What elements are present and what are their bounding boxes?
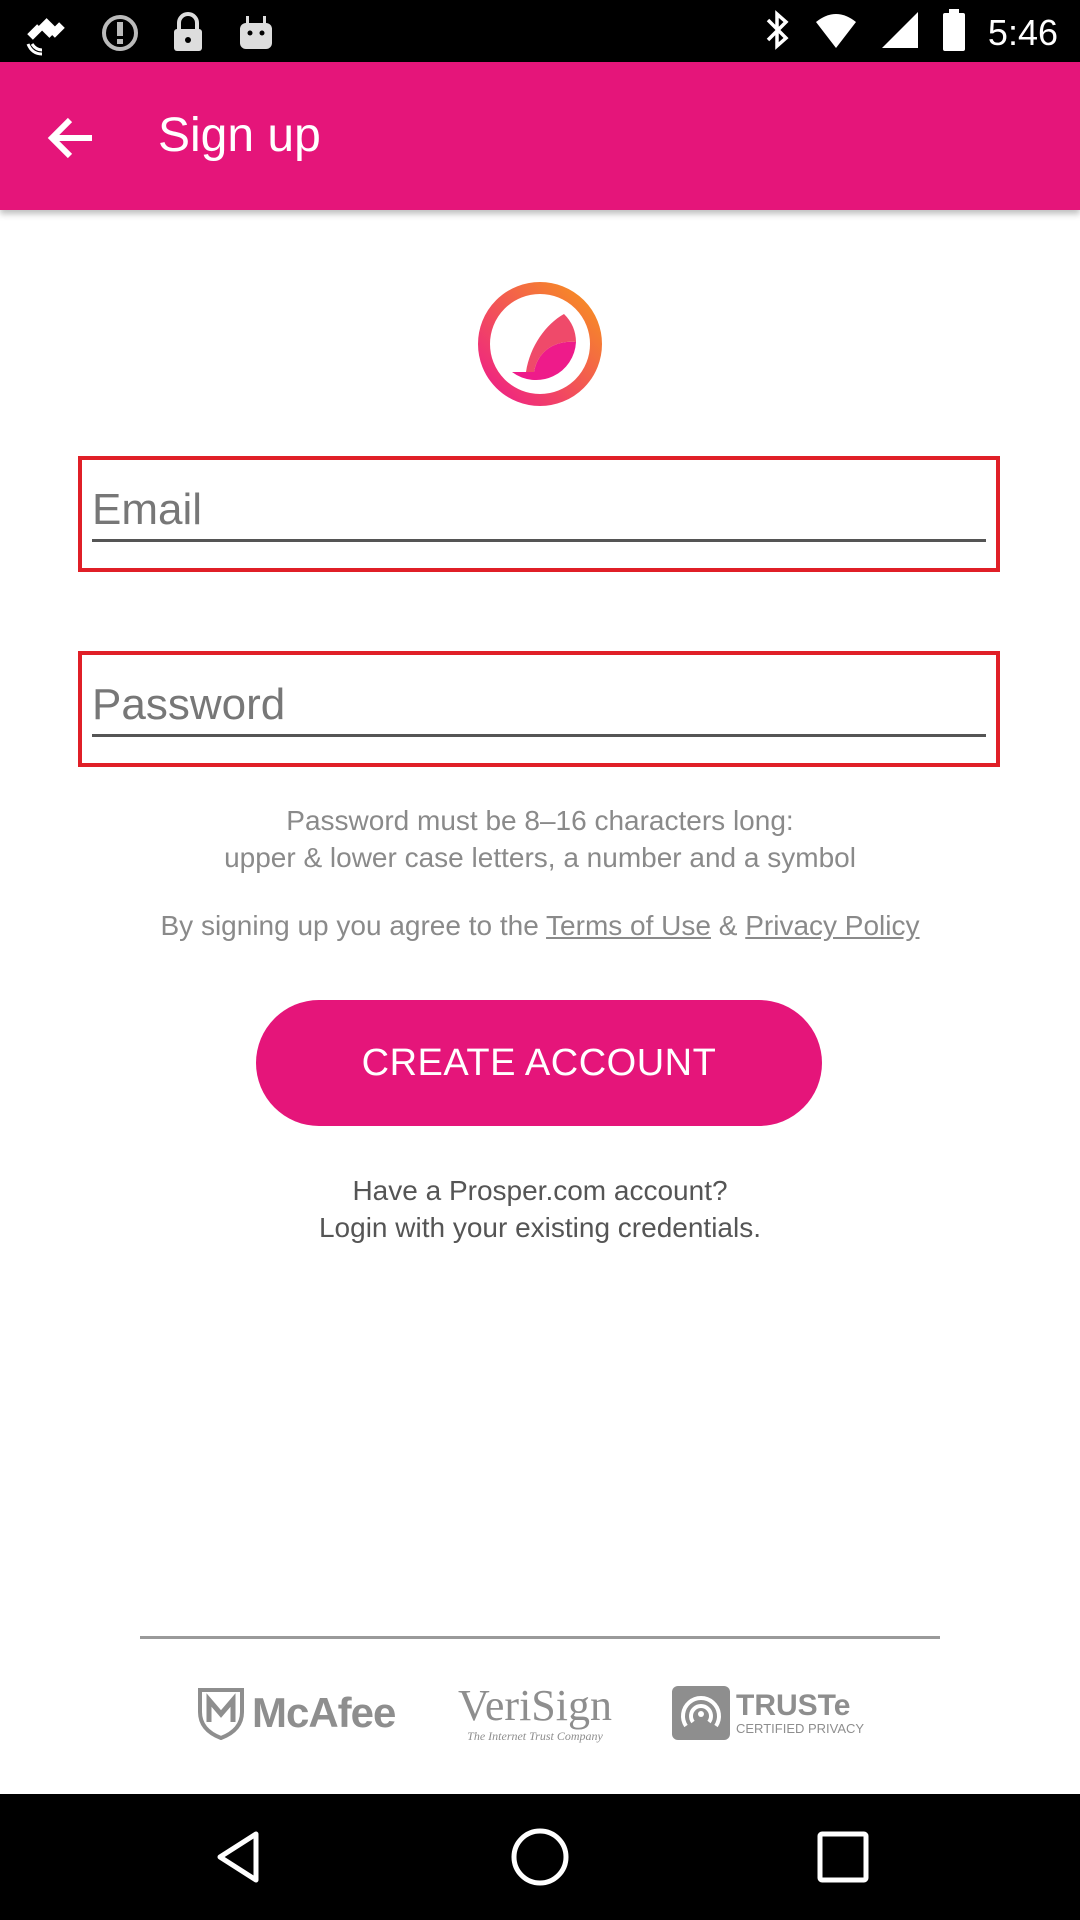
email-input[interactable] [92,480,986,542]
login-line2: Login with your existing credentials. [318,1212,761,1243]
agreement-text: By signing up you agree to the Terms of … [0,910,1080,942]
battery-icon [942,8,966,57]
verisign-tagline: The Internet Trust Company [467,1728,603,1743]
status-bar: 5:46 [0,0,1080,62]
privacy-policy-link[interactable]: Privacy Policy [745,910,919,941]
mcafee-shield-icon [198,1688,244,1740]
lock-icon [170,11,206,60]
password-hint-line1: Password must be 8–16 characters long: [286,805,794,836]
agreement-amp: & [718,910,738,941]
login-link[interactable]: Have a Prosper.com account? Login with y… [0,1172,1080,1246]
divider [140,1636,940,1639]
home-circle-icon [511,1828,569,1886]
password-input[interactable] [92,675,986,737]
status-right: 5:46 [764,8,1058,57]
email-field-container [78,456,1000,572]
page-title: Sign up [158,109,321,162]
wifi-icon [814,10,858,55]
bluetooth-icon [764,8,792,57]
satellite-icon [24,10,70,61]
back-triangle-icon [217,1831,259,1883]
system-nav-bar [0,1794,1080,1920]
status-time: 5:46 [987,11,1058,53]
nav-back-button[interactable] [206,1824,272,1890]
mcafee-badge: McAfee [196,1668,396,1758]
app-logo [476,280,604,408]
app-bar: Sign up [0,62,1080,210]
status-left [24,10,276,61]
alert-icon [100,13,140,58]
signal-icon [880,10,920,55]
password-hint-line2: upper & lower case letters, a number and… [224,842,856,873]
truste-text-group: TRUSTe CERTIFIED PRIVACY [736,1688,865,1736]
mcafee-text: McAfee [252,1689,396,1736]
nav-recents-button[interactable] [810,1824,876,1890]
truste-seal-icon [672,1686,730,1740]
terms-of-use-link[interactable]: Terms of Use [546,910,711,941]
truste-sub: CERTIFIED PRIVACY [736,1720,865,1736]
verisign-badge: VeriSign The Internet Trust Company [458,1668,612,1758]
create-account-button[interactable]: CREATE ACCOUNT [256,1000,822,1126]
verisign-text: VeriSign [458,1680,612,1730]
agreement-prefix: By signing up you agree to the [160,910,539,941]
login-line1: Have a Prosper.com account? [352,1175,728,1206]
arrow-back-icon [47,117,92,159]
password-field-container [78,651,1000,767]
truste-badge: TRUSTe CERTIFIED PRIVACY [672,1668,864,1758]
back-button[interactable] [40,106,104,170]
truste-text: TRUSTe [736,1688,851,1722]
android-icon [236,13,276,58]
nav-home-button[interactable] [507,1824,573,1890]
recents-square-icon [817,1831,869,1883]
